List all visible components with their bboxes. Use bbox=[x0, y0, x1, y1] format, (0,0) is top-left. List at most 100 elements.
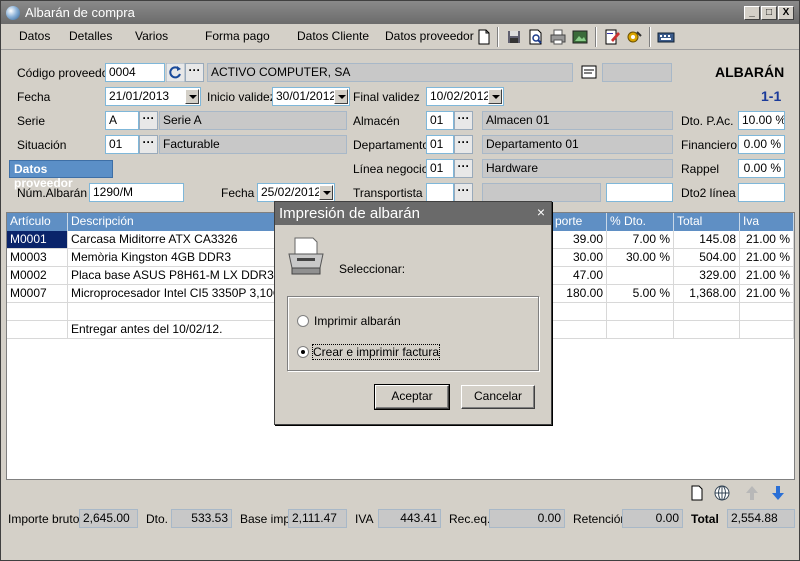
almacen-input[interactable]: 01 bbox=[426, 111, 454, 130]
table-cell[interactable] bbox=[7, 303, 68, 321]
table-cell[interactable]: 504.00 bbox=[674, 249, 740, 267]
table-cell[interactable]: 21.00 % bbox=[740, 267, 794, 285]
radio-imprimir-albaran[interactable] bbox=[297, 315, 309, 327]
codigo-proveedor-input[interactable]: 0004 bbox=[105, 63, 165, 82]
globe-icon[interactable] bbox=[713, 485, 731, 501]
table-cell[interactable]: M0003 bbox=[7, 249, 68, 267]
menu-datos[interactable]: Datos bbox=[19, 29, 50, 43]
table-cell[interactable]: M0002 bbox=[7, 267, 68, 285]
minimize-button[interactable]: _ bbox=[744, 6, 760, 20]
dto2-linea-input[interactable] bbox=[738, 183, 785, 202]
print-preview-icon[interactable] bbox=[527, 28, 545, 46]
note-icon[interactable] bbox=[581, 65, 597, 79]
table-cell[interactable]: 30.00 bbox=[552, 249, 607, 267]
table-cell[interactable]: 145.08 bbox=[674, 231, 740, 249]
dto-pac-label: Dto. P.Ac. bbox=[681, 114, 734, 128]
table-cell[interactable]: 7.00 % bbox=[607, 231, 674, 249]
linea-ellipsis-button[interactable]: ··· bbox=[454, 159, 473, 178]
rappel-input[interactable]: 0.00 % bbox=[738, 159, 785, 178]
new-line-icon[interactable] bbox=[689, 485, 705, 501]
radio-crear-factura[interactable] bbox=[297, 346, 309, 358]
transportista-input[interactable] bbox=[426, 183, 454, 202]
printer-icon[interactable] bbox=[549, 28, 567, 46]
chevron-down-icon[interactable] bbox=[185, 89, 199, 104]
table-cell[interactable]: 39.00 bbox=[552, 231, 607, 249]
almacen-ellipsis-button[interactable]: ··· bbox=[454, 111, 473, 130]
financiero-input[interactable]: 0.00 % bbox=[738, 135, 785, 154]
serie-input[interactable]: A bbox=[105, 111, 139, 130]
dto-pac-input[interactable]: 10.00 % bbox=[738, 111, 785, 130]
edit-document-icon[interactable] bbox=[603, 28, 621, 46]
arrow-up-icon[interactable] bbox=[745, 485, 759, 501]
column-header-total[interactable]: Total bbox=[674, 213, 740, 231]
menu-datos-proveedor[interactable]: Datos proveedor bbox=[385, 29, 474, 43]
final-validez-label: Final validez bbox=[353, 90, 420, 104]
table-cell[interactable]: 5.00 % bbox=[607, 285, 674, 303]
table-cell[interactable] bbox=[740, 303, 794, 321]
table-cell[interactable] bbox=[674, 321, 740, 339]
table-cell[interactable]: 21.00 % bbox=[740, 285, 794, 303]
chevron-down-icon[interactable] bbox=[319, 185, 333, 200]
menu-datos-cliente[interactable]: Datos Cliente bbox=[297, 29, 369, 43]
arrow-down-icon[interactable] bbox=[771, 485, 785, 501]
export-image-icon[interactable] bbox=[571, 28, 589, 46]
transportista-extra-input[interactable] bbox=[606, 183, 673, 202]
situacion-ellipsis-button[interactable]: ··· bbox=[139, 135, 158, 154]
inicio-validez-select[interactable]: 30/01/2012 bbox=[272, 87, 350, 106]
dialog-title-bar: Impresión de albarán × bbox=[275, 202, 551, 225]
save-icon[interactable] bbox=[505, 28, 523, 46]
dialog-close-button[interactable]: × bbox=[537, 204, 545, 220]
tab-datos-proveedor[interactable]: Datos proveedor bbox=[9, 160, 113, 190]
column-header-articulo[interactable]: Artículo bbox=[7, 213, 68, 231]
refresh-icon[interactable] bbox=[166, 63, 185, 82]
num-albaran-input[interactable]: 1290/M bbox=[89, 183, 184, 202]
aceptar-button[interactable]: Aceptar bbox=[374, 384, 450, 410]
serie-ellipsis-button[interactable]: ··· bbox=[139, 111, 158, 130]
dialog-title: Impresión de albarán bbox=[279, 205, 420, 222]
table-cell[interactable]: 180.00 bbox=[552, 285, 607, 303]
final-validez-select[interactable]: 10/02/2012 bbox=[426, 87, 504, 106]
column-header-dto[interactable]: % Dto. bbox=[607, 213, 674, 231]
table-cell[interactable]: 30.00 % bbox=[607, 249, 674, 267]
close-button[interactable]: X bbox=[778, 6, 794, 20]
column-header-importe[interactable]: porte bbox=[552, 213, 607, 231]
menu-forma-pago[interactable]: Forma pago bbox=[205, 29, 270, 43]
table-cell[interactable] bbox=[552, 303, 607, 321]
keyboard-icon[interactable] bbox=[657, 28, 675, 46]
chevron-down-icon[interactable] bbox=[488, 89, 502, 104]
chevron-down-icon[interactable] bbox=[334, 89, 348, 104]
menu-detalles[interactable]: Detalles bbox=[69, 29, 112, 43]
fecha-select[interactable]: 21/01/2013 bbox=[105, 87, 201, 106]
codigo-ellipsis-button[interactable]: ··· bbox=[185, 63, 204, 82]
menu-varios[interactable]: Varios bbox=[135, 29, 168, 43]
new-document-icon[interactable] bbox=[475, 28, 493, 46]
cancelar-button[interactable]: Cancelar bbox=[461, 385, 535, 409]
table-cell[interactable]: 47.00 bbox=[552, 267, 607, 285]
linea-negocio-input[interactable]: 01 bbox=[426, 159, 454, 178]
table-cell[interactable] bbox=[607, 321, 674, 339]
table-cell[interactable] bbox=[740, 321, 794, 339]
table-cell[interactable]: M0001 bbox=[7, 231, 68, 249]
table-cell[interactable]: 329.00 bbox=[674, 267, 740, 285]
transportista-ellipsis-button[interactable]: ··· bbox=[454, 183, 473, 202]
settings-icon[interactable] bbox=[625, 28, 643, 46]
table-cell[interactable]: M0007 bbox=[7, 285, 68, 303]
table-cell[interactable] bbox=[607, 267, 674, 285]
maximize-button[interactable]: □ bbox=[761, 6, 777, 20]
table-cell[interactable] bbox=[7, 321, 68, 339]
option-crear-factura-label[interactable]: Crear e imprimir factura bbox=[311, 344, 441, 360]
table-cell[interactable]: 1,368.00 bbox=[674, 285, 740, 303]
option-imprimir-albaran-label[interactable]: Imprimir albarán bbox=[314, 314, 401, 328]
fecha-albaran-select[interactable]: 25/02/2012 bbox=[257, 183, 335, 202]
table-cell[interactable] bbox=[552, 321, 607, 339]
table-cell[interactable]: 21.00 % bbox=[740, 231, 794, 249]
departamento-input[interactable]: 01 bbox=[426, 135, 454, 154]
table-cell[interactable]: 21.00 % bbox=[740, 249, 794, 267]
column-header-iva[interactable]: Iva bbox=[740, 213, 794, 231]
situacion-input[interactable]: 01 bbox=[105, 135, 139, 154]
printer-icon bbox=[288, 237, 324, 275]
app-icon bbox=[6, 6, 20, 20]
departamento-ellipsis-button[interactable]: ··· bbox=[454, 135, 473, 154]
table-cell[interactable] bbox=[674, 303, 740, 321]
table-cell[interactable] bbox=[607, 303, 674, 321]
